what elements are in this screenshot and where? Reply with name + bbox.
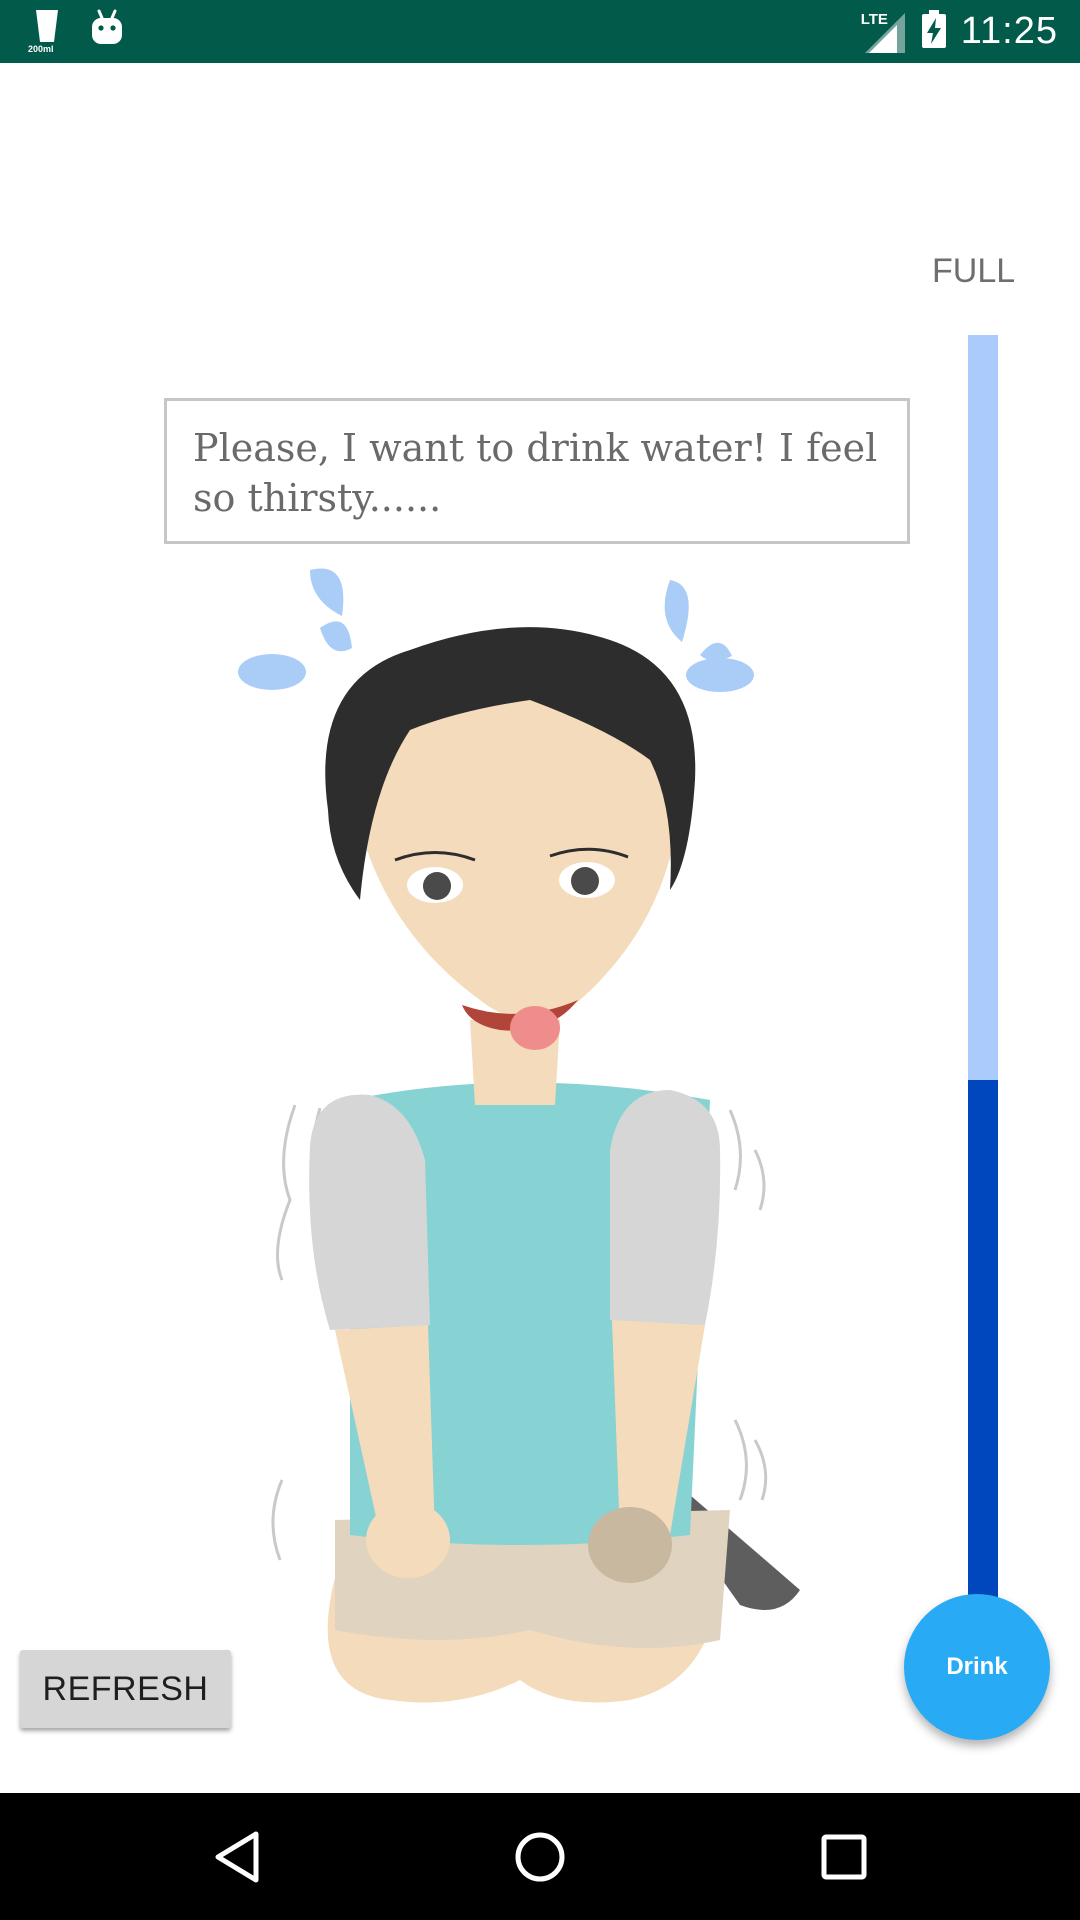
meter-full-label: FULL xyxy=(932,252,1016,290)
clock: 11:25 xyxy=(960,10,1058,52)
status-bar: 200ml LTE 11:25 xyxy=(0,0,1080,63)
water-level-meter xyxy=(968,335,998,1597)
cup-label: 200ml xyxy=(28,44,54,54)
notification-icons: 200ml xyxy=(28,8,124,56)
network-type: LTE xyxy=(860,10,888,28)
android-icon xyxy=(90,8,124,53)
drink-button[interactable]: Drink xyxy=(904,1594,1050,1740)
battery-charging-icon xyxy=(921,9,947,54)
water-level-fill xyxy=(968,1079,998,1597)
navigation-bar xyxy=(0,1793,1080,1920)
back-icon[interactable] xyxy=(195,1815,279,1899)
refresh-button[interactable]: REFRESH xyxy=(20,1650,231,1728)
water-cup-icon: 200ml xyxy=(28,8,62,56)
recents-icon[interactable] xyxy=(802,1815,886,1899)
lte-signal-icon: LTE xyxy=(861,9,907,55)
thirsty-boy-illustration xyxy=(200,560,840,1730)
home-icon[interactable] xyxy=(498,1815,582,1899)
speech-bubble: Please, I want to drink water! I feel so… xyxy=(164,398,910,544)
speech-text: Please, I want to drink water! I feel so… xyxy=(193,426,878,520)
